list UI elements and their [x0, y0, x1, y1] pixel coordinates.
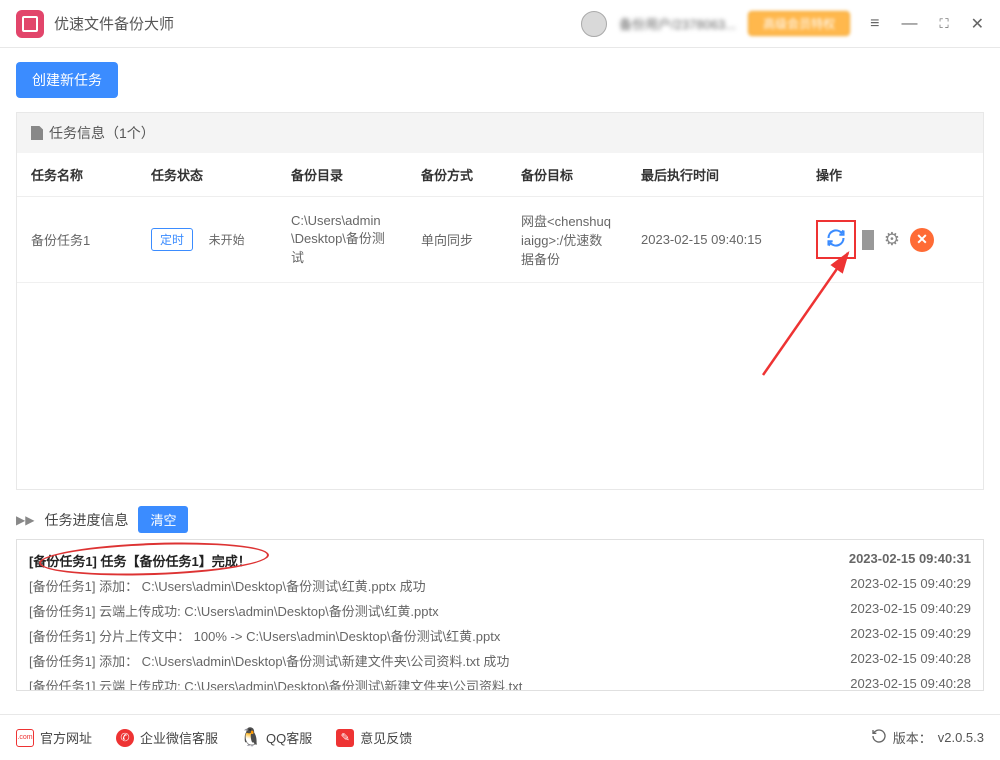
vip-badge[interactable]: 高级会员特权 [748, 11, 850, 36]
app-title: 优速文件备份大师 [54, 13, 581, 34]
sync-icon[interactable] [826, 228, 846, 251]
user-area[interactable]: 备份用户/2378063... 高级会员特权 [581, 11, 850, 37]
log-time: 2023-02-15 09:40:29 [850, 601, 971, 620]
delete-icon[interactable]: ✕ [910, 228, 934, 252]
log-row: [备份任务1] 添加： C:\Users\admin\Desktop\备份测试\… [29, 573, 971, 598]
menu-icon[interactable]: ≡ [870, 15, 879, 33]
feedback-icon: ✎ [336, 729, 354, 747]
table-row[interactable]: 备份任务1 定时 未开始 C:\Users\admin\Desktop\备份测试… [17, 197, 983, 283]
titlebar: 优速文件备份大师 备份用户/2378063... 高级会员特权 ≡ — ⛶ ✕ [0, 0, 1000, 48]
col-lastrun: 最后执行时间 [627, 153, 802, 197]
log-row: [备份任务1] 分片上传文中： 100% -> C:\Users\admin\D… [29, 623, 971, 648]
cell-name: 备份任务1 [17, 197, 137, 283]
feedback-link[interactable]: ✎ 意见反馈 [336, 728, 412, 747]
log-message: [备份任务1] 云端上传成功: C:\Users\admin\Desktop\备… [29, 676, 830, 691]
version-info: 版本： v2.0.5.3 [871, 728, 984, 747]
official-link[interactable]: .com 官方网址 [16, 728, 92, 747]
cell-status: 定时 未开始 [137, 197, 277, 283]
task-info-panel: 任务信息（1个） 任务名称 任务状态 备份目录 备份方式 备份目标 最后执行时间… [16, 112, 984, 490]
app-logo-icon [16, 10, 44, 38]
wechat-icon: ✆ [116, 729, 134, 747]
progress-panel: ▶▶ 任务进度信息 清空 [备份任务1] 任务【备份任务1】完成！ 2023-02… [16, 500, 984, 691]
main-toolbar: 创建新任务 [0, 48, 1000, 112]
wechat-link[interactable]: ✆ 企业微信客服 [116, 728, 218, 747]
qq-link[interactable]: 🐧 QQ客服 [242, 728, 312, 747]
log-message: [备份任务1] 添加： C:\Users\admin\Desktop\备份测试\… [29, 576, 830, 595]
progress-title: 任务进度信息 [44, 510, 128, 530]
log-message: [备份任务1] 云端上传成功: C:\Users\admin\Desktop\备… [29, 601, 830, 620]
log-message: [备份任务1] 任务【备份任务1】完成！ [29, 551, 829, 570]
task-table: 任务名称 任务状态 备份目录 备份方式 备份目标 最后执行时间 操作 备份任务1… [17, 153, 983, 283]
cell-target: 网盘<chenshuqiaigg>:/优速数据备份 [507, 197, 627, 283]
log-time: 2023-02-15 09:40:28 [850, 651, 971, 670]
log-message: [备份任务1] 添加： C:\Users\admin\Desktop\备份测试\… [29, 651, 830, 670]
log-box[interactable]: [备份任务1] 任务【备份任务1】完成！2023-02-15 09:40:31[… [16, 539, 984, 691]
log-row: [备份任务1] 云端上传成功: C:\Users\admin\Desktop\备… [29, 598, 971, 623]
separator-icon [862, 230, 874, 250]
log-time: 2023-02-15 09:40:28 [850, 676, 971, 691]
file-icon [31, 126, 43, 140]
window-controls: ≡ — ⛶ ✕ [870, 14, 984, 34]
qq-icon: 🐧 [242, 729, 260, 747]
web-icon: .com [16, 729, 34, 747]
clear-button[interactable]: 清空 [138, 506, 188, 533]
col-actions: 操作 [802, 153, 983, 197]
col-dir: 备份目录 [277, 153, 407, 197]
log-row: [备份任务1] 任务【备份任务1】完成！ 2023-02-15 09:40:31 [29, 548, 971, 573]
col-status: 任务状态 [137, 153, 277, 197]
status-text: 未开始 [201, 229, 253, 250]
progress-header: ▶▶ 任务进度信息 清空 [16, 500, 984, 539]
refresh-icon[interactable] [871, 728, 887, 747]
minimize-icon[interactable]: — [901, 15, 917, 33]
log-time: 2023-02-15 09:40:29 [850, 626, 971, 645]
log-row: [备份任务1] 云端上传成功: C:\Users\admin\Desktop\备… [29, 673, 971, 691]
sync-highlight-box [816, 220, 856, 259]
close-icon[interactable]: ✕ [971, 14, 984, 34]
cell-actions: ⚙ ✕ [802, 197, 983, 283]
user-label: 备份用户/2378063... [619, 14, 736, 33]
avatar-icon [581, 11, 607, 37]
log-row: [备份任务1] 添加： C:\Users\admin\Desktop\备份测试\… [29, 648, 971, 673]
log-time: 2023-02-15 09:40:29 [850, 576, 971, 595]
status-tag-scheduled: 定时 [151, 228, 193, 251]
cell-dir: C:\Users\admin\Desktop\备份测试 [277, 197, 407, 283]
task-panel-title: 任务信息（1个） [49, 123, 155, 143]
maximize-icon[interactable]: ⛶ [939, 16, 948, 32]
table-empty-area [17, 283, 983, 489]
log-message: [备份任务1] 分片上传文中： 100% -> C:\Users\admin\D… [29, 626, 830, 645]
cell-method: 单向同步 [407, 197, 507, 283]
create-task-button[interactable]: 创建新任务 [16, 62, 118, 98]
settings-icon[interactable]: ⚙ [880, 228, 904, 252]
col-target: 备份目标 [507, 153, 627, 197]
chevron-right-icon[interactable]: ▶▶ [16, 513, 34, 527]
col-name: 任务名称 [17, 153, 137, 197]
cell-lastrun: 2023-02-15 09:40:15 [627, 197, 802, 283]
task-panel-header: 任务信息（1个） [17, 113, 983, 153]
log-time: 2023-02-15 09:40:31 [849, 551, 971, 570]
col-method: 备份方式 [407, 153, 507, 197]
footer: .com 官方网址 ✆ 企业微信客服 🐧 QQ客服 ✎ 意见反馈 版本： v2.… [0, 714, 1000, 760]
